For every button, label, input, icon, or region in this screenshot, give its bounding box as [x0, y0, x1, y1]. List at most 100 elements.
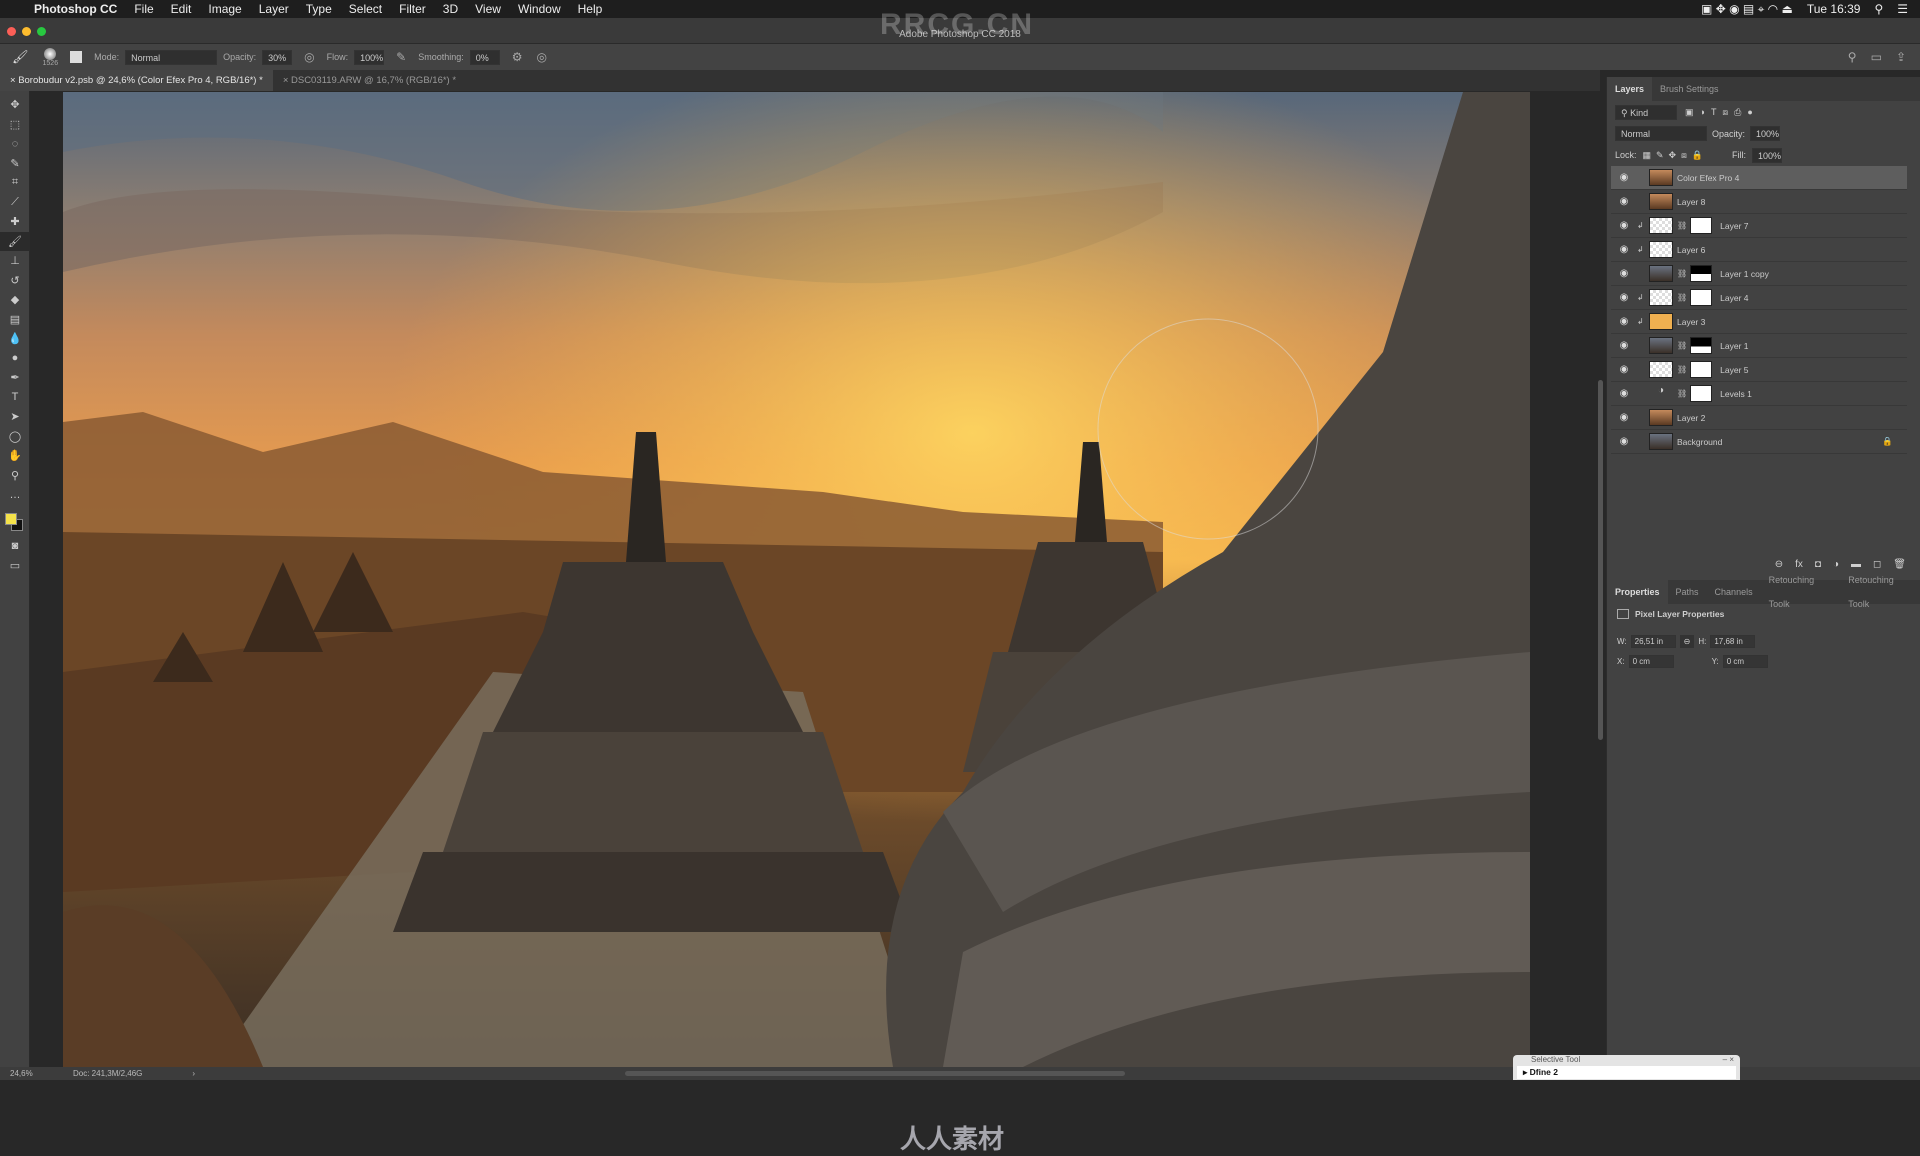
eyedropper-tool-icon[interactable]: ⟋ [0, 193, 30, 213]
link-dimensions-icon[interactable]: ⊖ [1679, 635, 1695, 648]
layer-name[interactable]: Color Efex Pro 4 [1677, 173, 1739, 183]
vertical-scrollbar[interactable] [1598, 380, 1603, 740]
foreground-color[interactable] [5, 512, 17, 525]
chain-link-icon[interactable]: ⛓ [1677, 341, 1687, 350]
airbrush-icon[interactable]: ✎ [396, 50, 406, 64]
blend-mode-select[interactable]: Normal [1615, 126, 1707, 141]
menu-view[interactable]: View [475, 2, 501, 16]
layer-row[interactable]: ◉ ↲ Layer 6 [1611, 238, 1907, 262]
move-tool-icon[interactable]: ✥ [0, 95, 30, 115]
brush-tool-icon[interactable]: 🖌 [12, 49, 29, 65]
tab-retouching-2[interactable]: Retouching Toolk [1840, 568, 1920, 616]
layer-name[interactable]: Layer 2 [1677, 413, 1705, 423]
lock-icons[interactable]: ▦✎✥⧈🔒 [1643, 150, 1709, 161]
app-menu[interactable]: Photoshop CC [34, 2, 117, 16]
menu-window[interactable]: Window [518, 2, 561, 16]
workspace-icon[interactable]: ▭ [1871, 50, 1882, 64]
filter-icons[interactable]: ▣◑T⧈⎙● [1685, 107, 1759, 118]
layer-mask-thumbnail[interactable] [1690, 385, 1713, 402]
eraser-tool-icon[interactable]: ◆ [0, 290, 30, 310]
layer-row[interactable]: ◉ ◑ ⛓ Levels 1 [1611, 382, 1907, 406]
visibility-eye-icon[interactable]: ◉ [1611, 268, 1637, 279]
crop-tool-icon[interactable]: ⌗ [0, 173, 30, 193]
status-menu-arrow[interactable]: › [192, 1069, 195, 1078]
layer-mask-thumbnail[interactable] [1690, 265, 1713, 282]
menu-filter[interactable]: Filter [399, 2, 426, 16]
layer-mask-thumbnail[interactable] [1690, 361, 1713, 378]
x-field[interactable]: 0 cm [1628, 655, 1674, 668]
visibility-eye-icon[interactable]: ◉ [1611, 436, 1637, 447]
chain-link-icon[interactable]: ⛓ [1677, 389, 1687, 398]
notification-icon[interactable]: ☰ [1897, 2, 1908, 16]
status-icons[interactable]: ▣ ✥ ◉ ▤ ⌖ ◠ ⏏ [1701, 2, 1793, 17]
layer-name[interactable]: Layer 5 [1720, 365, 1748, 375]
dfine-item[interactable]: ▸ Dfine 2 [1517, 1066, 1736, 1079]
menu-type[interactable]: Type [306, 2, 332, 16]
zoom-level[interactable]: 24,6% [0, 1069, 60, 1078]
marquee-tool-icon[interactable]: ⬚ [0, 115, 30, 135]
color-swatches[interactable] [0, 511, 29, 537]
visibility-eye-icon[interactable]: ◉ [1611, 340, 1637, 351]
tab-paths[interactable]: Paths [1668, 580, 1707, 604]
hand-tool-icon[interactable]: ✋ [0, 446, 30, 466]
history-brush-tool-icon[interactable]: ↺ [0, 271, 30, 291]
visibility-eye-icon[interactable]: ◉ [1611, 388, 1637, 399]
menu-file[interactable]: File [134, 2, 153, 16]
layer-mask-thumbnail[interactable] [1690, 337, 1713, 354]
horizontal-scrollbar[interactable] [625, 1071, 1125, 1076]
screen-mode-icon[interactable]: ▭ [0, 556, 30, 576]
menu-select[interactable]: Select [349, 2, 382, 16]
pressure-size-icon[interactable]: ◎ [536, 50, 546, 64]
layer-mask-thumbnail[interactable] [1690, 289, 1713, 306]
visibility-eye-icon[interactable]: ◉ [1611, 196, 1637, 207]
healing-tool-icon[interactable]: ✚ [0, 212, 30, 232]
layer-row[interactable]: ◉ Layer 2 [1611, 406, 1907, 430]
chain-link-icon[interactable]: ⛓ [1677, 293, 1687, 302]
layer-thumbnail[interactable] [1649, 433, 1673, 450]
layer-name[interactable]: Layer 6 [1677, 245, 1705, 255]
pen-tool-icon[interactable]: ✒ [0, 368, 30, 388]
layer-name[interactable]: Levels 1 [1720, 389, 1752, 399]
layer-name[interactable]: Layer 4 [1720, 293, 1748, 303]
layer-row[interactable]: ◉ ⛓ Layer 5 [1611, 358, 1907, 382]
layer-name[interactable]: Layer 8 [1677, 197, 1705, 207]
chain-link-icon[interactable]: ⛓ [1677, 365, 1687, 374]
menu-image[interactable]: Image [208, 2, 241, 16]
tab-borobudur[interactable]: × Borobudur v2.psb @ 24,6% (Color Efex P… [0, 70, 273, 91]
layer-thumbnail[interactable] [1649, 265, 1673, 282]
brush-preset-picker[interactable]: 1526 [43, 47, 58, 67]
path-select-tool-icon[interactable]: ➤ [0, 407, 30, 427]
tab-layers[interactable]: Layers [1607, 77, 1653, 101]
visibility-eye-icon[interactable]: ◉ [1611, 220, 1637, 231]
tab-retouching-1[interactable]: Retouching Toolk [1761, 568, 1841, 616]
layer-name[interactable]: Layer 1 [1720, 341, 1748, 351]
tab-channels[interactable]: Channels [1707, 580, 1761, 604]
layer-row[interactable]: ◉ Layer 8 [1611, 190, 1907, 214]
layer-row[interactable]: ◉ ↲ Layer 3 [1611, 310, 1907, 334]
y-field[interactable]: 0 cm [1722, 655, 1768, 668]
shape-tool-icon[interactable]: ◯ [0, 427, 30, 447]
layer-thumbnail[interactable] [1649, 289, 1673, 306]
pressure-opacity-icon[interactable]: ◎ [304, 50, 314, 64]
smoothing-field[interactable]: 0% [469, 49, 500, 65]
brush-tool-icon[interactable]: 🖌 [0, 231, 30, 251]
visibility-eye-icon[interactable]: ◉ [1611, 172, 1637, 183]
layer-thumbnail[interactable] [1649, 217, 1673, 234]
zoom-tool-icon[interactable]: ⚲ [0, 466, 30, 486]
layer-row[interactable]: ◉ ⛓ Layer 1 copy [1611, 262, 1907, 286]
lasso-tool-icon[interactable]: ◌ [0, 134, 30, 154]
quick-mask-icon[interactable]: ◙ [0, 537, 30, 557]
layer-row[interactable]: ◉ ↲ ⛓ Layer 7 [1611, 214, 1907, 238]
layer-row[interactable]: ◉ Color Efex Pro 4 [1611, 166, 1907, 190]
tab-properties[interactable]: Properties [1607, 580, 1668, 604]
chain-link-icon[interactable]: ⛓ [1677, 269, 1687, 278]
document-image[interactable] [63, 92, 1530, 1067]
spotlight-icon[interactable]: ⚲ [1874, 2, 1883, 16]
more-tool-icon[interactable]: … [0, 485, 30, 505]
search-icon[interactable]: ⚲ [1848, 50, 1857, 64]
visibility-eye-icon[interactable]: ◉ [1611, 364, 1637, 375]
tab-brush-settings[interactable]: Brush Settings [1652, 77, 1727, 101]
layer-thumbnail[interactable] [1649, 337, 1673, 354]
menu-3d[interactable]: 3D [443, 2, 458, 16]
fill-field[interactable]: 100% [1752, 147, 1783, 163]
